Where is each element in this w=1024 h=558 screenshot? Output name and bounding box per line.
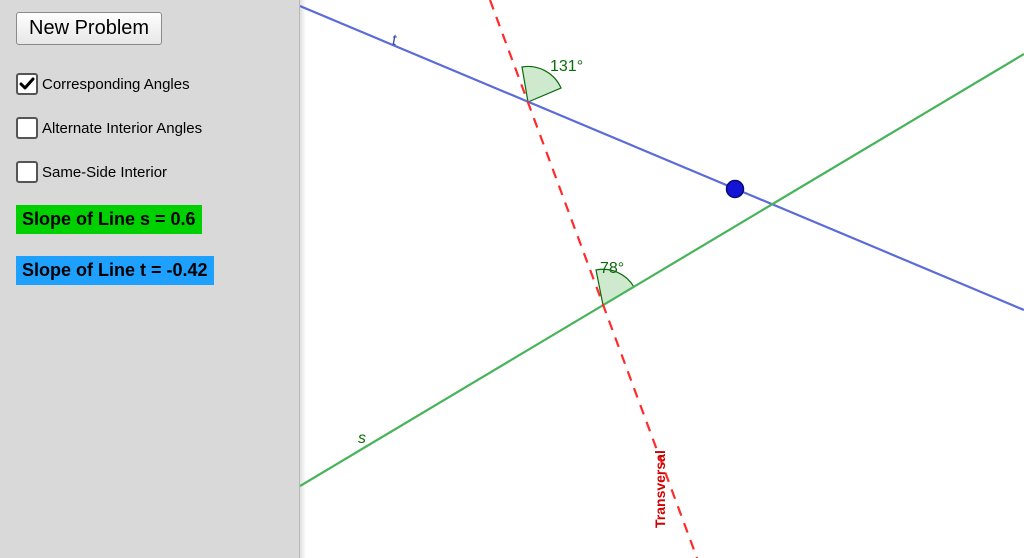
check-row-corresponding: Corresponding Angles — [16, 73, 283, 95]
checkbox-label: Corresponding Angles — [42, 76, 190, 93]
check-row-alternate-interior: Alternate Interior Angles — [16, 117, 283, 139]
checkbox-corresponding[interactable] — [16, 73, 38, 95]
check-row-same-side-interior: Same-Side Interior — [16, 161, 283, 183]
checkbox-label: Same-Side Interior — [42, 164, 167, 181]
geometry-canvas[interactable]: t s 131° 78° Transversal — [300, 0, 1024, 558]
slope-s-badge: Slope of Line s = 0.6 — [16, 205, 202, 234]
checkbox-alternate-interior[interactable] — [16, 117, 38, 139]
slope-t-badge: Slope of Line t = -0.42 — [16, 256, 214, 285]
drag-point-on-t[interactable] — [727, 181, 744, 198]
checkbox-label: Alternate Interior Angles — [42, 120, 202, 137]
line-s[interactable] — [300, 54, 1024, 486]
transversal-label: Transversal — [652, 450, 668, 528]
angle-label-top: 131° — [550, 58, 583, 76]
control-panel: New Problem Corresponding Angles Alterna… — [0, 0, 300, 558]
line-t-label: t — [392, 32, 396, 50]
checkbox-same-side-interior[interactable] — [16, 161, 38, 183]
line-s-label: s — [358, 430, 366, 448]
angle-label-bottom: 78° — [600, 260, 624, 278]
new-problem-button[interactable]: New Problem — [16, 12, 162, 45]
line-t[interactable] — [300, 6, 1024, 310]
check-icon — [19, 76, 35, 92]
